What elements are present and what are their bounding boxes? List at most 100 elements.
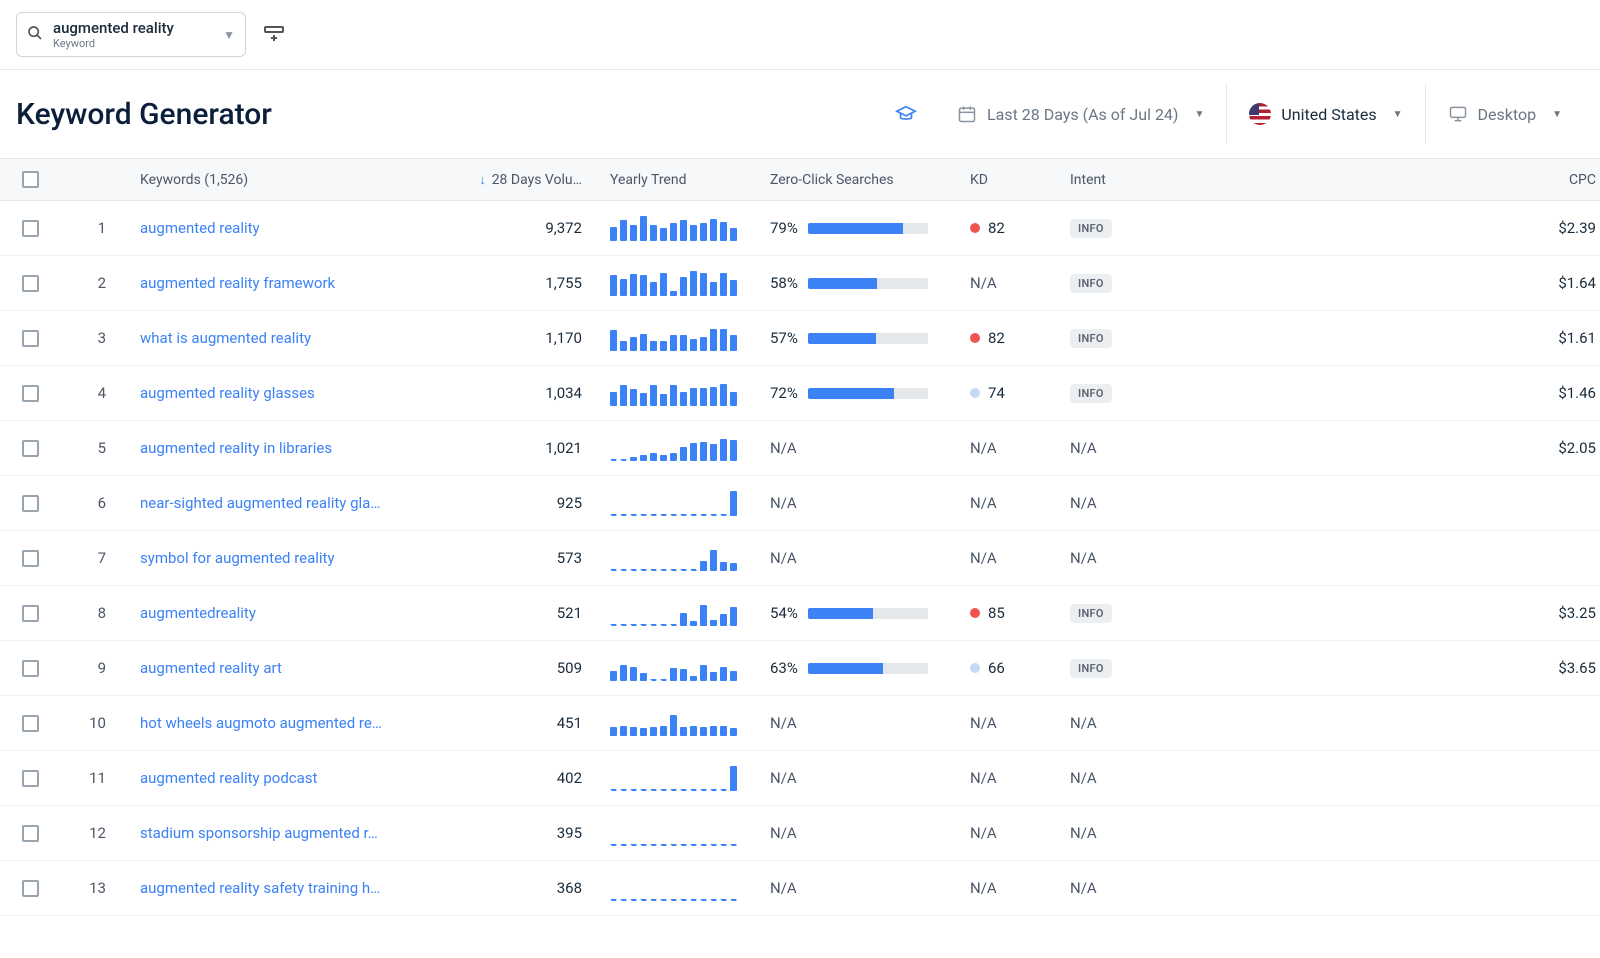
header-kd[interactable]: KD: [960, 159, 1060, 200]
keyword-link[interactable]: augmented reality in libraries: [140, 439, 332, 457]
cpc-cell: [1190, 861, 1600, 915]
table-row: 8augmentedreality52154%85INFO$3.25: [0, 586, 1600, 641]
row-checkbox[interactable]: [22, 330, 39, 347]
kd-cell: 82: [960, 201, 1060, 255]
trend-cell: [600, 861, 760, 915]
header-volume-label: 28 Days Volu…: [492, 172, 582, 188]
kd-value: N/A: [970, 274, 997, 292]
row-checkbox[interactable]: [22, 220, 39, 237]
keyword-link[interactable]: augmented reality safety training h…: [140, 879, 380, 897]
row-index: 5: [60, 421, 130, 475]
trend-cell: [600, 641, 760, 695]
keyword-link[interactable]: near-sighted augmented reality gla…: [140, 494, 380, 512]
zero-click-pct: N/A: [770, 494, 797, 512]
kd-value: 85: [988, 604, 1005, 622]
keyword-search-chip[interactable]: augmented reality Keyword ▼: [16, 12, 246, 57]
kd-value: N/A: [970, 879, 997, 897]
table-row: 9augmented reality art50963%66INFO$3.65: [0, 641, 1600, 696]
intent-cell: N/A: [1060, 861, 1190, 915]
intent-cell: INFO: [1060, 366, 1190, 420]
row-checkbox[interactable]: [22, 605, 39, 622]
kd-value: 74: [988, 384, 1005, 402]
cpc-cell: [1190, 476, 1600, 530]
intent-cell: N/A: [1060, 476, 1190, 530]
kd-dot: [970, 223, 980, 233]
header-intent[interactable]: Intent: [1060, 159, 1190, 200]
row-checkbox[interactable]: [22, 825, 39, 842]
kd-cell: N/A: [960, 861, 1060, 915]
keyword-link[interactable]: augmented reality art: [140, 659, 282, 677]
trend-sparkline: [610, 765, 737, 791]
education-icon[interactable]: [877, 103, 935, 125]
row-checkbox[interactable]: [22, 770, 39, 787]
intent-cell: INFO: [1060, 256, 1190, 310]
header-volume[interactable]: ↓28 Days Volu…: [450, 159, 600, 200]
zero-click-bar: [808, 333, 928, 344]
zero-click-bar: [808, 223, 928, 234]
kd-value: N/A: [970, 439, 997, 457]
row-checkbox[interactable]: [22, 440, 39, 457]
zero-click-cell: 54%: [760, 586, 960, 640]
device-selector[interactable]: Desktop ▼: [1425, 84, 1584, 144]
row-index: 4: [60, 366, 130, 420]
table-row: 10hot wheels augmoto augmented re…451N/A…: [0, 696, 1600, 751]
keyword-table: Keywords (1,526) ↓28 Days Volu… Yearly T…: [0, 159, 1600, 916]
kd-cell: 66: [960, 641, 1060, 695]
row-checkbox[interactable]: [22, 275, 39, 292]
kd-cell: 82: [960, 311, 1060, 365]
chevron-down-icon: ▼: [1393, 109, 1403, 120]
keyword-link[interactable]: augmentedreality: [140, 604, 256, 622]
keyword-link[interactable]: hot wheels augmoto augmented re…: [140, 714, 382, 732]
trend-sparkline: [610, 270, 737, 296]
trend-cell: [600, 751, 760, 805]
volume-cell: 925: [450, 476, 600, 530]
intent-badge: INFO: [1070, 329, 1112, 348]
trend-cell: [600, 256, 760, 310]
intent-cell: INFO: [1060, 201, 1190, 255]
intent-badge: INFO: [1070, 384, 1112, 403]
keyword-link[interactable]: symbol for augmented reality: [140, 549, 335, 567]
row-checkbox[interactable]: [22, 660, 39, 677]
keyword-link[interactable]: augmented reality podcast: [140, 769, 317, 787]
zero-click-cell: 57%: [760, 311, 960, 365]
keyword-link[interactable]: what is augmented reality: [140, 329, 311, 347]
cpc-cell: [1190, 531, 1600, 585]
table-row: 3what is augmented reality1,17057%82INFO…: [0, 311, 1600, 366]
add-tab-button[interactable]: [262, 21, 286, 49]
row-index: 10: [60, 696, 130, 750]
zero-click-cell: N/A: [760, 806, 960, 860]
volume-cell: 402: [450, 751, 600, 805]
row-checkbox[interactable]: [22, 880, 39, 897]
header-keywords[interactable]: Keywords (1,526): [130, 159, 450, 200]
intent-cell: INFO: [1060, 311, 1190, 365]
row-checkbox[interactable]: [22, 715, 39, 732]
country-selector[interactable]: United States ▼: [1226, 84, 1424, 144]
header-cpc[interactable]: CPC: [1190, 159, 1600, 200]
intent-cell: INFO: [1060, 586, 1190, 640]
top-bar: augmented reality Keyword ▼: [0, 0, 1600, 70]
zero-click-cell: N/A: [760, 751, 960, 805]
kd-value: 82: [988, 219, 1005, 237]
zero-click-cell: 72%: [760, 366, 960, 420]
header-zero-click[interactable]: Zero-Click Searches: [760, 159, 960, 200]
kd-value: N/A: [970, 494, 997, 512]
keyword-link[interactable]: augmented reality glasses: [140, 384, 315, 402]
zero-click-cell: N/A: [760, 696, 960, 750]
zero-click-pct: N/A: [770, 879, 797, 897]
row-checkbox[interactable]: [22, 550, 39, 567]
table-header: Keywords (1,526) ↓28 Days Volu… Yearly T…: [0, 159, 1600, 201]
row-checkbox[interactable]: [22, 495, 39, 512]
row-checkbox[interactable]: [22, 385, 39, 402]
select-all-checkbox[interactable]: [22, 171, 39, 188]
keyword-link[interactable]: stadium sponsorship augmented r…: [140, 824, 378, 842]
table-row: 2augmented reality framework1,75558%N/AI…: [0, 256, 1600, 311]
keyword-link[interactable]: augmented reality: [140, 219, 260, 237]
intent-na: N/A: [1070, 769, 1097, 787]
header-trend[interactable]: Yearly Trend: [600, 159, 760, 200]
country-label: United States: [1281, 105, 1376, 124]
keyword-link[interactable]: augmented reality framework: [140, 274, 335, 292]
kd-value: N/A: [970, 549, 997, 567]
date-range-selector[interactable]: Last 28 Days (As of Jul 24) ▼: [935, 84, 1226, 144]
chip-body: augmented reality Keyword: [53, 19, 213, 50]
intent-badge: INFO: [1070, 219, 1112, 238]
